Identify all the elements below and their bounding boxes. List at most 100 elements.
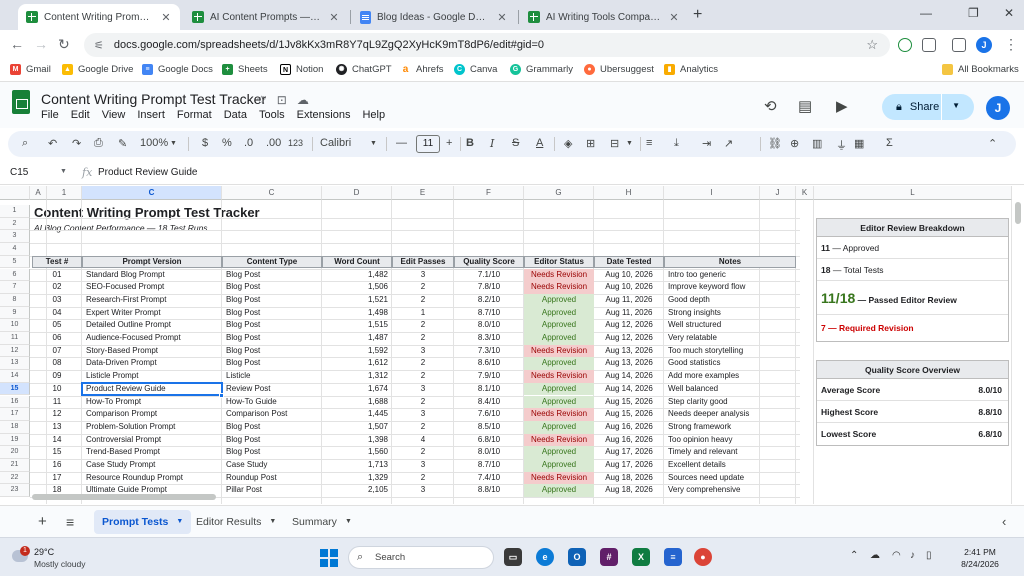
- bookmark-chatgpt[interactable]: ✺ ChatGPT: [336, 64, 392, 75]
- chevron-down-icon[interactable]: ▼: [345, 510, 352, 534]
- table-cell[interactable]: 15: [32, 446, 82, 459]
- row-header[interactable]: 9: [0, 306, 30, 320]
- table-cell[interactable]: Listicle: [222, 370, 322, 383]
- filter-views-icon[interactable]: ▦: [854, 137, 864, 150]
- table-cell[interactable]: 8.4/10: [454, 396, 524, 409]
- borders-icon[interactable]: ⊞: [586, 137, 595, 150]
- font-select[interactable]: Calibri: [320, 137, 351, 149]
- table-cell[interactable]: 8.5/10: [454, 421, 524, 434]
- table-cell[interactable]: Too much storytelling: [664, 345, 796, 358]
- menu-tools[interactable]: Tools: [259, 109, 285, 121]
- table-cell[interactable]: Blog Post: [222, 269, 322, 282]
- close-icon[interactable]: ✕: [496, 11, 508, 24]
- table-cell[interactable]: 13: [32, 421, 82, 434]
- strikethrough-icon[interactable]: S: [512, 137, 519, 149]
- table-cell[interactable]: Aug 12, 2026: [594, 319, 664, 332]
- menu-extensions[interactable]: Extensions: [297, 109, 351, 121]
- table-cell[interactable]: 4: [392, 434, 454, 447]
- table-cell[interactable]: 1,507: [322, 421, 392, 434]
- table-cell[interactable]: Aug 12, 2026: [594, 332, 664, 345]
- close-icon[interactable]: ✕: [160, 11, 172, 24]
- table-cell[interactable]: Blog Post: [222, 345, 322, 358]
- column-header-f[interactable]: E: [392, 186, 454, 200]
- insert-chart-icon[interactable]: ▥: [812, 137, 822, 150]
- browser-menu-icon[interactable]: ⋮: [1004, 36, 1018, 53]
- star-icon[interactable]: ☆: [256, 93, 267, 107]
- chevron-down-icon[interactable]: ▼: [170, 140, 177, 147]
- table-cell[interactable]: Case Study: [222, 459, 322, 472]
- table-cell[interactable]: 1,560: [322, 446, 392, 459]
- outlook-icon[interactable]: O: [568, 548, 586, 566]
- table-cell[interactable]: Aug 16, 2026: [594, 421, 664, 434]
- table-cell[interactable]: Detailed Outline Prompt: [82, 319, 222, 332]
- table-cell[interactable]: 7.6/10: [454, 408, 524, 421]
- close-window-icon[interactable]: ✕: [1004, 6, 1014, 20]
- row-header[interactable]: 11: [0, 332, 30, 345]
- table-cell[interactable]: 3: [392, 459, 454, 472]
- table-cell[interactable]: Controversial Prompt: [82, 434, 222, 447]
- table-cell[interactable]: 1,482: [322, 269, 392, 282]
- table-cell[interactable]: Sources need update: [664, 472, 796, 485]
- table-cell[interactable]: 06: [32, 332, 82, 345]
- chevron-down-icon[interactable]: ▼: [60, 168, 67, 175]
- table-cell[interactable]: Strong framework: [664, 421, 796, 434]
- table-cell[interactable]: 2: [392, 294, 454, 307]
- status-cell[interactable]: Needs Revision: [524, 433, 594, 447]
- browser-profile-avatar[interactable]: J: [976, 37, 992, 53]
- menu-format[interactable]: Format: [177, 109, 212, 121]
- windows-start-icon[interactable]: [320, 549, 338, 567]
- table-cell[interactable]: Excellent details: [664, 459, 796, 472]
- taskbar-search[interactable]: ⌕ Search: [348, 546, 494, 569]
- notepad-icon[interactable]: ≡: [664, 548, 682, 566]
- sheets-logo-icon[interactable]: [12, 90, 30, 114]
- column-header-k[interactable]: J: [760, 186, 796, 200]
- row-header[interactable]: 23: [0, 484, 30, 498]
- table-cell[interactable]: 1,612: [322, 357, 392, 370]
- bookmark-star-icon[interactable]: ☆: [866, 37, 878, 53]
- table-cell[interactable]: 2: [392, 396, 454, 409]
- table-cell[interactable]: Story-Based Prompt: [82, 345, 222, 358]
- table-cell[interactable]: Expert Writer Prompt: [82, 307, 222, 320]
- italic-icon[interactable]: I: [490, 137, 494, 150]
- table-cell[interactable]: 14: [32, 434, 82, 447]
- table-cell[interactable]: 8.1/10: [454, 383, 524, 396]
- status-cell[interactable]: Approved: [524, 319, 594, 332]
- status-cell[interactable]: Approved: [524, 357, 594, 371]
- table-cell[interactable]: 8.2/10: [454, 294, 524, 307]
- chrome-icon[interactable]: ●: [694, 548, 712, 566]
- collapse-toolbar-icon[interactable]: ⌃: [988, 137, 997, 150]
- document-title[interactable]: Content Writing Prompt Test Tracker: [41, 91, 266, 107]
- version-history-icon[interactable]: ⟲: [764, 97, 777, 115]
- status-cell[interactable]: Needs Revision: [524, 344, 594, 358]
- column-header-e[interactable]: D: [322, 186, 392, 200]
- table-cell[interactable]: 16: [32, 459, 82, 472]
- column-header-l[interactable]: K: [796, 186, 814, 200]
- site-info-icon[interactable]: ⚟: [94, 39, 104, 52]
- cloud-status-icon[interactable]: ☁: [297, 93, 309, 107]
- table-cell[interactable]: 8.0/10: [454, 319, 524, 332]
- table-cell[interactable]: Data-Driven Prompt: [82, 357, 222, 370]
- wifi-icon[interactable]: ◠: [892, 550, 901, 561]
- table-cell[interactable]: Improve keyword flow: [664, 281, 796, 294]
- table-header-cell[interactable]: Content Type: [222, 255, 322, 269]
- status-cell[interactable]: Approved: [524, 459, 594, 472]
- font-size-input[interactable]: 11: [416, 135, 440, 153]
- row-header[interactable]: 7: [0, 281, 30, 294]
- browser-tab-active[interactable]: Content Writing Prompt Test Tra ✕: [18, 4, 180, 30]
- decrease-decimal-button[interactable]: .0: [244, 137, 253, 149]
- browser-tab[interactable]: AI Writing Tools Comparison - Go ✕: [520, 4, 688, 30]
- table-cell[interactable]: 3: [392, 408, 454, 421]
- table-cell[interactable]: Aug 15, 2026: [594, 408, 664, 421]
- table-cell[interactable]: How-To Prompt: [82, 396, 222, 409]
- table-cell[interactable]: Aug 17, 2026: [594, 459, 664, 472]
- row-header[interactable]: 1: [0, 205, 30, 218]
- column-header-i[interactable]: H: [594, 186, 664, 200]
- table-cell[interactable]: 1,398: [322, 434, 392, 447]
- table-cell[interactable]: 7.8/10: [454, 281, 524, 294]
- table-cell[interactable]: 2: [392, 281, 454, 294]
- table-header-cell[interactable]: Edit Passes: [392, 255, 454, 269]
- onedrive-icon[interactable]: ☁: [870, 550, 880, 561]
- select-all-corner[interactable]: [0, 186, 30, 200]
- table-cell[interactable]: Strong insights: [664, 307, 796, 320]
- table-header-cell[interactable]: Notes: [664, 255, 796, 269]
